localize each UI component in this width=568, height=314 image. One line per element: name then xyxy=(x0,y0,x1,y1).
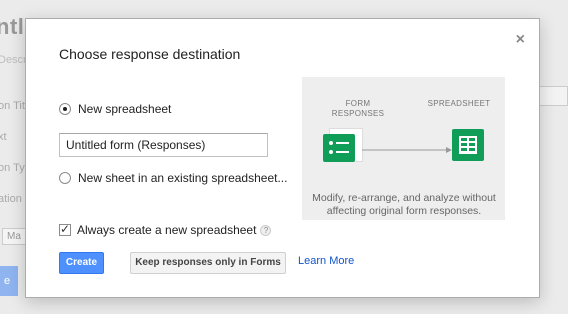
illustration-panel: FORM RESPONSES SPREADSHEET Modify, re-ar… xyxy=(302,77,505,220)
background-label-2: xt xyxy=(0,131,7,143)
form-label-line2: RESPONSES xyxy=(331,109,385,118)
always-create-checkbox[interactable]: ✓ xyxy=(59,222,71,236)
forms-icon xyxy=(323,134,355,162)
background-icon-box xyxy=(536,86,568,106)
background-label-1: on Tit xyxy=(0,100,25,112)
create-button[interactable]: Create xyxy=(59,252,104,274)
new-spreadsheet-radio[interactable] xyxy=(59,103,71,115)
caption-line1: Modify, re-arrange, and analyze without xyxy=(312,192,496,204)
keep-in-forms-button[interactable]: Keep responses only in Forms xyxy=(130,252,286,274)
background-label-4: ation xyxy=(0,193,22,205)
new-spreadsheet-option[interactable]: New spreadsheet xyxy=(59,102,171,116)
spreadsheet-name-input[interactable] xyxy=(59,133,268,157)
background-form-description: Descr xyxy=(0,54,27,66)
caption-line2: affecting original form responses. xyxy=(326,205,482,217)
background-small-button: Ma xyxy=(2,228,26,245)
always-create-option[interactable]: ✓ Always create a new spreadsheet ? xyxy=(59,222,272,237)
learn-more-link[interactable]: Learn More xyxy=(298,255,354,267)
existing-spreadsheet-radio[interactable] xyxy=(59,172,71,184)
spreadsheet-label: SPREADSHEET xyxy=(427,99,491,108)
arrow-icon xyxy=(362,147,452,153)
always-create-label: Always create a new spreadsheet xyxy=(77,223,257,237)
existing-spreadsheet-option[interactable]: New sheet in an existing spreadsheet... xyxy=(59,171,287,185)
close-icon[interactable]: × xyxy=(516,31,525,49)
checkmark-icon: ✓ xyxy=(60,222,71,236)
background-blue-button: e xyxy=(0,266,18,296)
existing-spreadsheet-label: New sheet in an existing spreadsheet... xyxy=(78,171,288,185)
form-responses-label: FORM RESPONSES xyxy=(326,99,390,119)
sheets-icon xyxy=(452,129,484,161)
illustration-caption: Modify, re-arrange, and analyze without … xyxy=(308,192,500,218)
form-label-line1: FORM xyxy=(345,99,371,108)
help-icon[interactable]: ? xyxy=(260,224,272,236)
dialog-title: Choose response destination xyxy=(59,46,241,62)
response-destination-dialog: × Choose response destination New spread… xyxy=(25,18,540,298)
new-spreadsheet-label: New spreadsheet xyxy=(78,102,172,116)
